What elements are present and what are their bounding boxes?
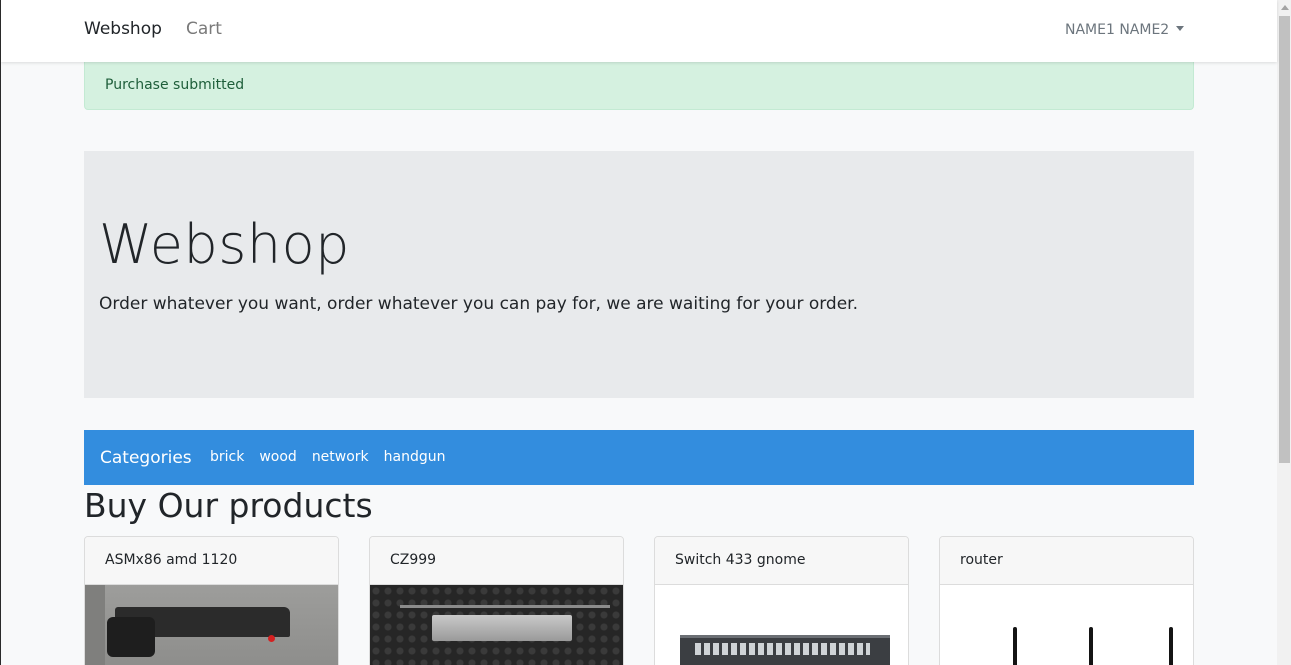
router-antenna	[1013, 627, 1017, 665]
product-card[interactable]: router	[939, 536, 1194, 665]
handgun-red-dot	[268, 635, 275, 642]
category-link-brick[interactable]: brick	[210, 449, 244, 465]
router-antenna	[1089, 627, 1093, 665]
brand-link[interactable]: Webshop	[84, 19, 162, 39]
category-link-network[interactable]: network	[312, 449, 369, 465]
window-border	[0, 0, 1, 665]
product-image[interactable]	[370, 585, 623, 665]
caret-down-icon	[1176, 26, 1185, 31]
categories-list: brick wood network handgun	[210, 449, 461, 465]
user-name: NAME1 NAME2	[1065, 22, 1170, 38]
router-antenna	[1169, 627, 1173, 665]
handgun-slide	[432, 615, 572, 641]
product-name[interactable]: router	[940, 537, 1193, 585]
success-alert: Purchase submitted	[84, 62, 1194, 110]
category-link-wood[interactable]: wood	[259, 449, 296, 465]
user-dropdown[interactable]: NAME1 NAME2	[1065, 22, 1185, 38]
product-image[interactable]	[85, 585, 338, 665]
categories-bar: Categories brick wood network handgun	[84, 430, 1194, 485]
switch-ports	[695, 643, 870, 655]
top-navbar: Webshop Cart NAME1 NAME2	[1, 0, 1277, 62]
alert-message: Purchase submitted	[105, 77, 245, 93]
product-name[interactable]: Switch 433 gnome	[655, 537, 908, 585]
product-card[interactable]: ASMx86 amd 1120	[84, 536, 339, 665]
hero-lead: Order whatever you want, order whatever …	[99, 294, 859, 314]
hero-title: Webshop	[99, 213, 350, 276]
category-link-handgun[interactable]: handgun	[384, 449, 446, 465]
hero-banner: Webshop Order whatever you want, order w…	[84, 151, 1194, 398]
product-card[interactable]: CZ999	[369, 536, 624, 665]
product-image[interactable]	[655, 585, 908, 665]
nav-cart-link[interactable]: Cart	[186, 19, 222, 39]
products-section-title: Buy Our products	[84, 486, 373, 525]
product-card[interactable]: Switch 433 gnome	[654, 536, 909, 665]
product-name[interactable]: ASMx86 amd 1120	[85, 537, 338, 585]
scroll-up-arrow-icon[interactable]	[1281, 5, 1289, 10]
image-shade	[85, 585, 105, 665]
scrollbar-thumb[interactable]	[1279, 16, 1290, 463]
categories-title: Categories	[100, 448, 192, 468]
product-name[interactable]: CZ999	[370, 537, 623, 585]
handgun-grip-shape	[107, 617, 155, 657]
cleaning-rod	[400, 605, 610, 608]
product-image[interactable]	[940, 585, 1193, 665]
